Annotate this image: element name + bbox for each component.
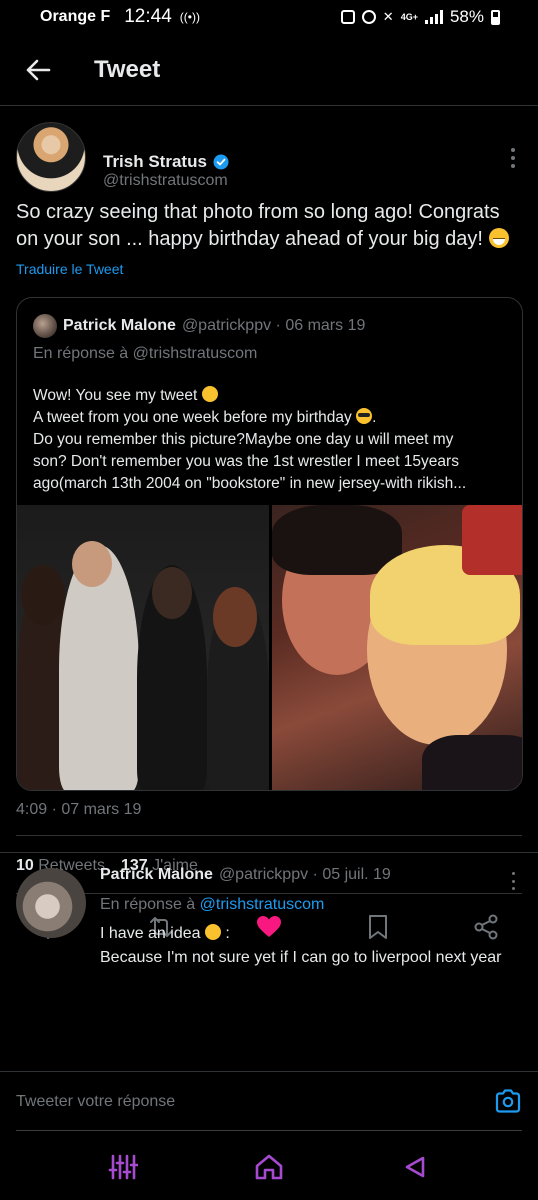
- top-app-bar: Tweet: [0, 34, 538, 106]
- reply-line-1: I have an idea: [100, 925, 205, 942]
- reply-line-1-end: :: [225, 925, 230, 942]
- verified-badge-icon: [213, 154, 229, 170]
- triangle-back-icon: [405, 1156, 425, 1178]
- divider: [0, 852, 538, 853]
- back-button[interactable]: [8, 40, 68, 100]
- recent-apps-button[interactable]: [103, 1147, 143, 1187]
- avatar[interactable]: [16, 122, 86, 192]
- reply-author-name[interactable]: Patrick Malone: [100, 866, 213, 884]
- quoted-tweet-text: Wow! You see my tweet A tweet from you o…: [33, 385, 511, 495]
- quoted-line-2-end: .: [372, 409, 377, 426]
- mute-icon: ✕: [382, 9, 394, 24]
- more-options-icon[interactable]: [510, 872, 516, 890]
- reply-meta: @patrickppv · 05 juil. 19: [218, 866, 391, 883]
- quoted-tweet[interactable]: Patrick Malone @patrickppv · 06 mars 19 …: [16, 297, 523, 791]
- tweet-text: So crazy seeing that photo from so long …: [16, 199, 526, 253]
- quoted-line-3: Do you remember this picture?Maybe one d…: [33, 431, 454, 448]
- reply-composer: Tweeter votre réponse: [0, 1071, 538, 1131]
- quoted-line-1: Wow! You see my tweet: [33, 387, 202, 404]
- status-icons: ✕ 4G+ 58%: [340, 7, 500, 27]
- quoted-reply-to: En réponse à @trishstratuscom: [33, 345, 258, 362]
- system-nav-bar: [0, 1134, 538, 1200]
- vintage-photo[interactable]: [272, 505, 522, 790]
- translate-link[interactable]: Traduire le Tweet: [16, 261, 123, 277]
- grinning-squinting-emoji: [201, 386, 218, 402]
- recent-apps-icon: [108, 1154, 138, 1180]
- quoted-meta: @patrickppv · 06 mars 19: [181, 317, 366, 334]
- reply-to-line: En réponse à @trishstratuscom: [100, 896, 324, 914]
- smirk-emoji: [204, 924, 221, 940]
- quoted-media: [17, 505, 522, 790]
- home-button[interactable]: [249, 1147, 289, 1187]
- quoted-author-name: Patrick Malone: [63, 317, 176, 334]
- author-name: Trish Stratus: [103, 152, 207, 171]
- quoted-tweet-header: Patrick Malone @patrickppv · 06 mars 19: [33, 314, 365, 338]
- quoted-line-5: ago(march 13th 2004 on "bookstore" in ne…: [33, 475, 467, 492]
- reply-to-prefix: En réponse à: [100, 896, 196, 913]
- carrier-label: Orange F: [40, 8, 111, 25]
- status-bar: Orange F 12:44 ((•)) ✕ 4G+ 58%: [0, 0, 538, 34]
- home-icon: [255, 1154, 283, 1180]
- notification-icon: [340, 10, 355, 24]
- network-type: 4G+: [400, 11, 418, 22]
- tweet-timestamp: 4:09 · 07 mars 19: [16, 801, 142, 818]
- back-nav-button[interactable]: [395, 1147, 435, 1187]
- group-photo[interactable]: [17, 505, 269, 790]
- quoted-line-4: son? Don't remember you was the 1st wres…: [33, 453, 459, 470]
- alarm-icon: [361, 10, 376, 24]
- camera-icon: [495, 1088, 521, 1113]
- signal-icon: [424, 10, 443, 24]
- camera-button[interactable]: [494, 1088, 522, 1116]
- avatar[interactable]: [16, 868, 86, 938]
- clock: 12:44: [124, 6, 172, 27]
- reply-line-2: Because I'm not sure yet if I can go to …: [100, 949, 502, 966]
- cast-icon: ((•)): [179, 10, 200, 24]
- grinning-face-emoji: [488, 228, 509, 248]
- divider: [16, 835, 522, 836]
- reply-tweet[interactable]: Patrick Malone @patrickppv · 05 juil. 19…: [0, 860, 538, 970]
- more-options-icon[interactable]: [510, 148, 516, 168]
- avatar: [33, 314, 57, 338]
- tweet-text-content: So crazy seeing that photo from so long …: [16, 201, 500, 250]
- tweet-author: Trish Stratus @trishstratuscom: [16, 122, 516, 194]
- battery-icon: [491, 9, 500, 25]
- sunglasses-emoji: [356, 408, 373, 424]
- author-name-link[interactable]: Trish Stratus: [103, 152, 229, 172]
- reply-text: I have an idea : Because I'm not sure ye…: [100, 922, 530, 970]
- divider: [16, 1130, 522, 1131]
- battery-percent: 58%: [449, 7, 484, 26]
- arrow-left-icon: [26, 59, 51, 80]
- page-title: Tweet: [94, 55, 161, 83]
- reply-input[interactable]: Tweeter votre réponse: [16, 1093, 494, 1111]
- quoted-line-2: A tweet from you one week before my birt…: [33, 409, 357, 426]
- reply-header: Patrick Malone @patrickppv · 05 juil. 19: [100, 866, 391, 884]
- reply-to-handle[interactable]: @trishstratuscom: [200, 896, 325, 913]
- author-handle[interactable]: @trishstratuscom: [103, 172, 228, 190]
